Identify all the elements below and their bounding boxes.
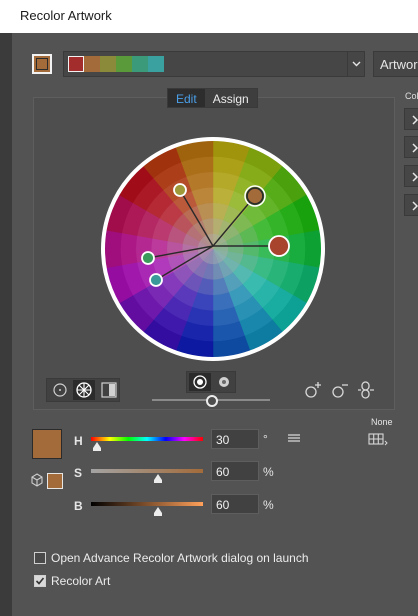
marker-green[interactable] <box>141 251 155 265</box>
color-group-chips <box>68 56 164 72</box>
color-wheel[interactable] <box>100 136 326 362</box>
hue-unit: ° <box>263 432 268 446</box>
wheel-brightness-slider[interactable] <box>150 393 272 409</box>
saturation-unit: % <box>263 465 274 479</box>
hue-slider-thumb[interactable] <box>93 442 101 451</box>
color-group-chip[interactable] <box>116 56 132 72</box>
harmony-none-label: None <box>371 417 393 427</box>
color-library-grid-icon[interactable] <box>367 431 389 447</box>
color-group-expand-1[interactable] <box>404 108 418 130</box>
chevron-right-icon <box>412 172 418 182</box>
show-saturation-icon[interactable] <box>189 373 211 391</box>
link-harmony-colors-icon[interactable] <box>356 379 376 401</box>
in-gamut-swatch[interactable] <box>47 473 63 489</box>
wheel-brightness-toggle <box>186 371 236 393</box>
brightness-unit: % <box>263 498 274 512</box>
color-group-chip[interactable] <box>84 56 100 72</box>
wheel-display-mode-group <box>46 378 120 402</box>
selected-color-swatch[interactable] <box>32 429 62 459</box>
edit-assign-tabs: Edit Assign <box>167 88 258 108</box>
artwork-button[interactable]: Artwork <box>373 51 418 77</box>
color-group-chip[interactable] <box>132 56 148 72</box>
saturation-input[interactable]: 60 <box>211 461 259 481</box>
chevron-right-icon <box>412 143 418 153</box>
color-group-chip[interactable] <box>100 56 116 72</box>
remove-color-tool-icon[interactable] <box>330 380 350 400</box>
saturation-label: S <box>74 466 83 480</box>
marker-yellow[interactable] <box>173 183 187 197</box>
marker-teal[interactable] <box>149 273 163 287</box>
add-color-tool-icon[interactable] <box>303 380 323 400</box>
chevron-right-icon <box>412 115 418 125</box>
tab-edit[interactable]: Edit <box>168 89 205 107</box>
menu-icon[interactable] <box>286 432 302 444</box>
saturation-slider-track[interactable] <box>91 469 203 473</box>
color-group-expand-2[interactable] <box>404 136 418 158</box>
color-group-dropdown-toggle[interactable] <box>347 52 364 76</box>
artwork-color-swatch[interactable] <box>32 54 52 74</box>
color-group-chip[interactable] <box>68 56 84 72</box>
out-of-gamut-cube-icon[interactable] <box>30 473 44 487</box>
brightness-slider-thumb[interactable] <box>206 395 218 407</box>
chevron-right-icon <box>412 201 418 211</box>
color-group-expand-3[interactable] <box>404 165 418 187</box>
hue-input[interactable]: 30 <box>211 429 259 449</box>
hue-label: H <box>74 434 83 448</box>
checkmark-icon <box>35 577 45 585</box>
show-brightness-icon[interactable] <box>213 373 235 391</box>
tab-assign[interactable]: Assign <box>205 89 257 107</box>
brightness-input[interactable]: 60 <box>211 494 259 514</box>
color-groups-panel-strip: Colo <box>404 88 418 518</box>
wheel-segment <box>288 232 306 266</box>
chevron-down-icon <box>352 61 361 67</box>
wheel-segment <box>104 229 123 269</box>
segmented-wheel-icon[interactable] <box>73 380 95 400</box>
recolor-art-label: Recolor Art <box>51 574 111 588</box>
wheel-segment <box>120 232 138 266</box>
window-left-edge <box>0 33 12 616</box>
brightness-slider-thumb[interactable] <box>154 507 163 516</box>
title-bar: Recolor Artwork <box>0 0 418 33</box>
color-group-expand-4[interactable] <box>404 194 418 216</box>
brightness-label: B <box>74 499 83 513</box>
color-groups-label: Colo <box>405 91 418 101</box>
window-title: Recolor Artwork <box>20 8 112 23</box>
wheel-segment <box>303 229 322 269</box>
color-bars-icon[interactable] <box>99 381 119 399</box>
recolor-art-checkbox[interactable] <box>34 575 46 587</box>
marker-red[interactable] <box>268 235 290 257</box>
open-advance-label: Open Advance Recolor Artwork dialog on l… <box>51 551 309 565</box>
smooth-wheel-icon[interactable] <box>50 381 70 399</box>
hue-slider-track[interactable] <box>91 437 203 441</box>
brightness-slider-track[interactable] <box>91 502 203 506</box>
marker-orange[interactable] <box>246 187 264 205</box>
color-group-dropdown[interactable] <box>63 51 365 77</box>
saturation-slider-thumb[interactable] <box>154 474 163 483</box>
open-advance-checkbox[interactable] <box>34 552 46 564</box>
color-group-chip[interactable] <box>148 56 164 72</box>
